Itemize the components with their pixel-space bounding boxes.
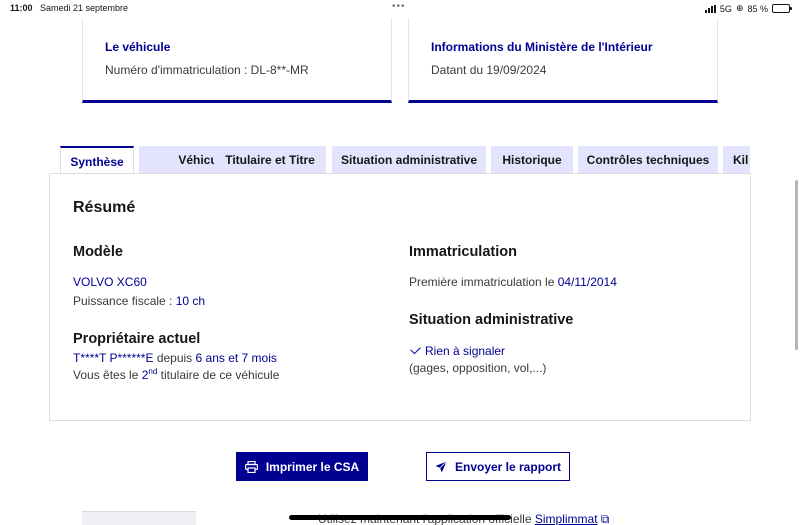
first-registration-date: 04/11/2014 (557, 275, 617, 289)
battery-icon (772, 4, 792, 13)
ministry-card: Informations du Ministère de l'Intérieur… (408, 18, 718, 103)
admin-status-line: Rien à signaler (409, 343, 506, 358)
owner-rank-suffix: nd (148, 367, 158, 376)
registration-heading: Immatriculation (409, 244, 517, 260)
multitasking-dots-icon[interactable]: ••• (392, 1, 406, 12)
scrollbar[interactable] (795, 180, 798, 350)
tab-situation-administrative[interactable]: Situation administrative (332, 146, 486, 174)
owner-line: T****T P******E depuis 6 ans et 7 mois (73, 351, 277, 365)
owner-heading: Propriétaire actuel (73, 331, 201, 347)
admin-detail: (gages, opposition, vol,...) (409, 361, 547, 375)
status-indicators: 5G ⊕ 85 % (704, 3, 792, 14)
status-bar: 11:00 Samedi 21 septembre ••• 5G ⊕ 85 % (0, 0, 800, 18)
owner-since-label: depuis (153, 351, 196, 365)
ministry-card-title: Informations du Ministère de l'Intérieur (431, 40, 653, 54)
owner-name: T****T P******E (73, 351, 154, 365)
send-icon (435, 460, 447, 472)
admin-status: Rien à signaler (425, 344, 506, 358)
simplimmat-link[interactable]: Simplimmat (535, 512, 598, 525)
print-csa-button[interactable]: Imprimer le CSA (236, 452, 368, 481)
orientation-lock-icon: ⊕ (735, 3, 744, 13)
fiscal-power-line: Puissance fiscale : 10 ch (73, 294, 205, 308)
owner-since-value: 6 ans et 7 mois (195, 351, 277, 365)
synthese-panel: Résumé Modèle VOLVO XC60 Puissance fisca… (49, 173, 751, 421)
tab-bar: Synthèse Véhicule Titulaire et Titre Sit… (60, 146, 750, 174)
signal-icon (704, 4, 716, 13)
external-link-icon: ⧉ (600, 512, 610, 525)
vehicle-card-title: Le véhicule (105, 40, 171, 54)
tab-titulaire-titre[interactable]: Titulaire et Titre (214, 146, 326, 174)
send-report-label: Envoyer le rapport (454, 459, 562, 474)
network-label: 5G (719, 3, 732, 14)
app-promo-image (82, 511, 196, 525)
vehicle-card: Le véhicule Numéro d'immatriculation : D… (82, 18, 392, 103)
first-registration-label: Première immatriculation le (409, 275, 558, 289)
fiscal-power-label: Puissance fiscale : (73, 294, 176, 308)
admin-situation-heading: Situation administrative (409, 312, 574, 328)
registration-number: Numéro d'immatriculation : DL-8**-MR (105, 63, 309, 77)
model-name: VOLVO XC60 (73, 275, 147, 289)
summary-heading: Résumé (73, 199, 136, 216)
tab-synthese[interactable]: Synthèse (60, 146, 134, 174)
tab-kilometrage[interactable]: Kil (723, 146, 750, 174)
owner-rank-rest: titulaire de ce véhicule (157, 368, 280, 382)
model-heading: Modèle (73, 244, 123, 260)
first-registration-line: Première immatriculation le 04/11/2014 (409, 275, 617, 289)
check-icon (410, 343, 421, 355)
battery-label: 85 % (747, 3, 768, 14)
status-date: Samedi 21 septembre (40, 3, 129, 13)
ministry-date: Datant du 19/09/2024 (431, 63, 547, 77)
tab-controles-techniques[interactable]: Contrôles techniques (578, 146, 718, 174)
send-report-button[interactable]: Envoyer le rapport (426, 452, 570, 481)
print-csa-label: Imprimer le CSA (265, 459, 360, 474)
status-time: 11:00 (10, 3, 33, 13)
tab-historique[interactable]: Historique (491, 146, 573, 174)
fiscal-power-value: 10 ch (175, 294, 206, 308)
home-indicator[interactable] (289, 515, 511, 520)
owner-rank-prefix: Vous êtes le (73, 368, 142, 382)
owner-rank-line: Vous êtes le 2nd titulaire de ce véhicul… (73, 367, 279, 382)
printer-icon (244, 460, 258, 473)
